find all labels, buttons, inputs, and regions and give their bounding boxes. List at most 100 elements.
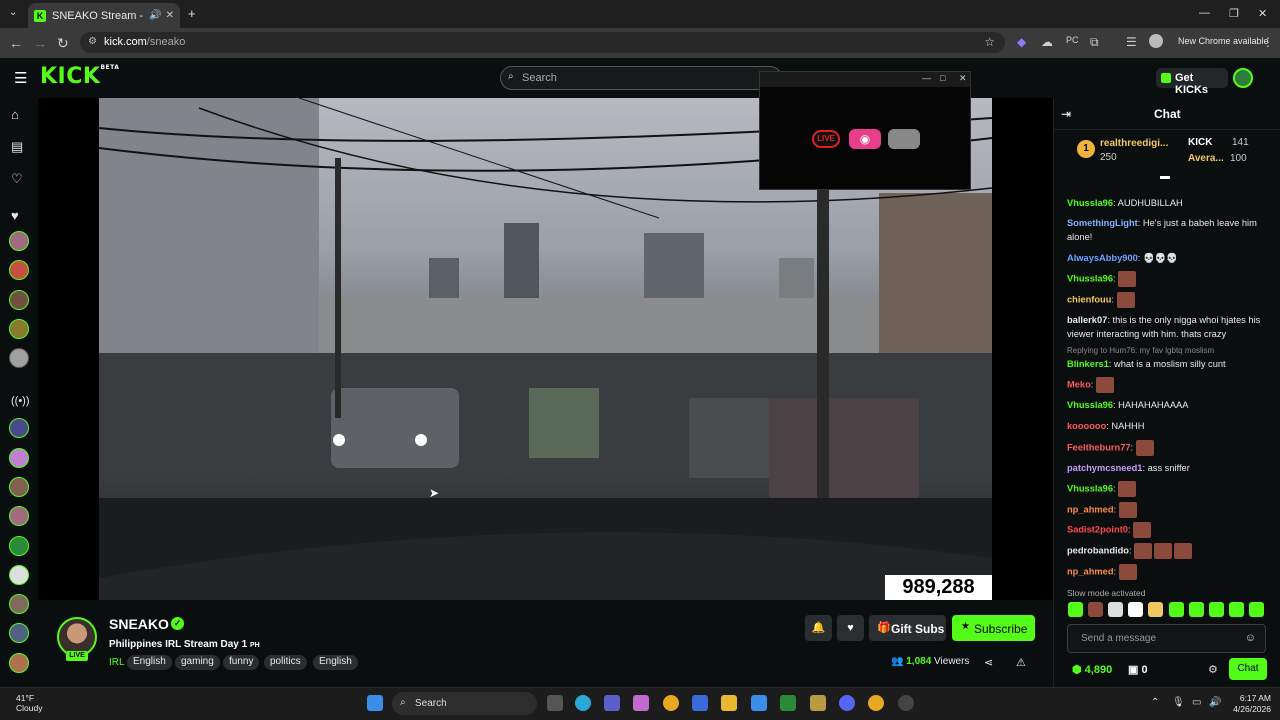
recommended-channel-avatar[interactable] bbox=[9, 448, 29, 468]
chat-username[interactable]: SomethingLight bbox=[1067, 218, 1138, 228]
following-icon[interactable]: ♡ bbox=[11, 171, 23, 187]
hamburger-menu-icon[interactable]: ☰ bbox=[14, 69, 27, 87]
browser-tab[interactable]: K SNEAKO Stream - Watch Li 🔊 ✕ bbox=[28, 3, 180, 28]
chrome-menu-icon[interactable]: ⋮ bbox=[1262, 35, 1274, 49]
recommended-channel-avatar[interactable] bbox=[9, 418, 29, 438]
follow-heart-button[interactable]: ♥ bbox=[837, 615, 864, 641]
gift-subs-button[interactable]: 🎁 Gift Subs bbox=[869, 615, 946, 641]
bookmark-star-icon[interactable]: ☆ bbox=[984, 35, 995, 49]
app-icon[interactable] bbox=[898, 695, 914, 711]
subscribe-button[interactable]: ★ Subscribe bbox=[952, 615, 1035, 641]
address-bar[interactable]: ⚙ kick.com/sneako ☆ bbox=[80, 32, 1005, 53]
file-explorer-icon[interactable] bbox=[721, 695, 737, 711]
chat-username[interactable]: Vhussla96 bbox=[1067, 273, 1113, 283]
windows-start-icon[interactable] bbox=[367, 695, 383, 711]
stream-tag[interactable]: English bbox=[127, 655, 172, 670]
recommended-channel-avatar[interactable] bbox=[9, 477, 29, 497]
copilot-icon[interactable] bbox=[633, 695, 649, 711]
app-icon[interactable] bbox=[810, 695, 826, 711]
taskbar-clock[interactable]: 6:17 AM 4/26/2026 bbox=[1227, 693, 1271, 715]
chat-message-input[interactable]: Send a message ☺ bbox=[1067, 624, 1266, 653]
chat-message[interactable]: Feeltheburn77: bbox=[1067, 440, 1267, 456]
channel-name[interactable]: SNEAKO bbox=[109, 616, 169, 632]
chat-message[interactable]: Vhussla96: HAHAHAHAAAA bbox=[1067, 398, 1267, 412]
chat-username[interactable]: koooooo bbox=[1067, 421, 1106, 431]
window-close-icon[interactable]: ✕ bbox=[1258, 7, 1267, 20]
popup-minimize-icon[interactable]: — bbox=[922, 73, 931, 83]
chat-username[interactable]: np_ahmed bbox=[1067, 504, 1114, 514]
task-view-icon[interactable] bbox=[547, 695, 563, 711]
chat-message[interactable]: AlwaysAbby900: 💀💀💀 bbox=[1067, 251, 1267, 265]
picture-in-picture-window[interactable]: — □ ✕ LIVE ◉ bbox=[759, 71, 971, 190]
emote-icon[interactable] bbox=[1209, 602, 1224, 617]
emote-icon[interactable] bbox=[1189, 602, 1204, 617]
minimize-icon[interactable]: — bbox=[1199, 7, 1210, 19]
chat-username[interactable]: Blinkers1 bbox=[1067, 359, 1109, 369]
recommended-channel-avatar[interactable] bbox=[9, 506, 29, 526]
recommended-channel-avatar[interactable] bbox=[9, 653, 29, 673]
get-kicks-button[interactable]: Get KICKs bbox=[1156, 68, 1228, 96]
reload-icon[interactable]: ↻ bbox=[57, 35, 69, 52]
forward-icon[interactable]: → bbox=[33, 35, 47, 51]
recommended-channel-avatar[interactable] bbox=[9, 623, 29, 643]
extension-icon[interactable]: ◆ bbox=[1017, 35, 1026, 49]
leaderboard-name[interactable]: Avera... bbox=[1188, 153, 1224, 164]
chrome-active-icon[interactable] bbox=[868, 695, 884, 711]
home-icon[interactable]: ⌂ bbox=[11, 107, 19, 122]
discord-taskbar-icon[interactable] bbox=[839, 695, 855, 711]
teams-icon[interactable] bbox=[604, 695, 620, 711]
site-info-icon[interactable]: ⚙ bbox=[88, 36, 97, 47]
store-icon[interactable] bbox=[692, 695, 708, 711]
profile-avatar-icon[interactable] bbox=[1149, 34, 1163, 48]
share-icon[interactable]: ⋖ bbox=[984, 656, 993, 669]
edge-icon[interactable] bbox=[575, 695, 591, 711]
emote-icon[interactable] bbox=[1088, 602, 1103, 617]
browse-icon[interactable]: ▤ bbox=[11, 139, 23, 155]
kick-logo[interactable]: KICKBETA bbox=[40, 64, 119, 89]
emote-icon[interactable] bbox=[1229, 602, 1244, 617]
stream-category[interactable]: IRL bbox=[109, 657, 125, 668]
chat-settings-icon[interactable]: ⚙ bbox=[1208, 663, 1218, 676]
tab-close-icon[interactable]: ✕ bbox=[166, 10, 174, 21]
recommended-channel-avatar[interactable] bbox=[9, 594, 29, 614]
site-search-input[interactable]: ⌕ Search bbox=[500, 66, 782, 90]
emote-icon[interactable] bbox=[1108, 602, 1123, 617]
chat-username[interactable]: Meko bbox=[1067, 379, 1091, 389]
new-tab-icon[interactable]: + bbox=[188, 6, 196, 21]
chat-message[interactable]: np_ahmed: bbox=[1067, 564, 1267, 580]
microphone-icon[interactable]: 🎙 bbox=[1172, 697, 1185, 708]
chat-message[interactable]: pedrobandido: bbox=[1067, 543, 1267, 559]
volume-icon[interactable]: 🔊 bbox=[1209, 697, 1221, 708]
kicks-balance[interactable]: ⬢ 4,890 bbox=[1072, 663, 1112, 676]
chat-message[interactable]: ballerk07: this is the only nigga whoi h… bbox=[1067, 313, 1267, 341]
chat-username[interactable]: Vhussla96 bbox=[1067, 483, 1113, 493]
taskbar-search[interactable]: ⌕ Search bbox=[392, 692, 537, 715]
stream-tag[interactable]: funny bbox=[223, 655, 260, 670]
stream-tag[interactable]: English bbox=[313, 655, 358, 670]
chat-message[interactable]: np_ahmed: bbox=[1067, 502, 1267, 518]
emote-icon[interactable] bbox=[1068, 602, 1083, 617]
app-icon[interactable] bbox=[751, 695, 767, 711]
chat-message[interactable]: patchymcsneed1: ass sniffer bbox=[1067, 461, 1267, 475]
chat-username[interactable]: AlwaysAbby900 bbox=[1067, 253, 1138, 263]
back-icon[interactable]: ← bbox=[9, 35, 23, 51]
chat-message[interactable]: Vhussla96: bbox=[1067, 481, 1267, 497]
send-chat-button[interactable]: Chat bbox=[1229, 658, 1267, 680]
maximize-icon[interactable]: ❐ bbox=[1229, 7, 1239, 20]
followed-channel-avatar[interactable] bbox=[9, 260, 29, 280]
report-icon[interactable]: ⚠ bbox=[1016, 656, 1026, 669]
expand-leaderboard-icon[interactable]: ▬ bbox=[1160, 171, 1170, 182]
chat-message[interactable]: Vhussla96: bbox=[1067, 271, 1267, 287]
recommended-channel-avatar[interactable] bbox=[9, 536, 29, 556]
tray-overflow-icon[interactable]: ⌃ bbox=[1151, 697, 1159, 708]
chat-username[interactable]: np_ahmed bbox=[1067, 566, 1114, 576]
tab-audio-icon[interactable]: 🔊 bbox=[149, 10, 161, 21]
stream-tag[interactable]: gaming bbox=[175, 655, 220, 670]
chat-username[interactable]: Vhussla96 bbox=[1067, 198, 1113, 208]
xbox-icon[interactable] bbox=[780, 695, 796, 711]
chest-balance[interactable]: ▣ 0 bbox=[1128, 663, 1148, 676]
chat-username[interactable]: Feeltheburn77 bbox=[1067, 442, 1131, 452]
network-icon[interactable]: ▭ bbox=[1192, 697, 1201, 708]
emote-icon[interactable] bbox=[1128, 602, 1143, 617]
chat-username[interactable]: chienfouu bbox=[1067, 294, 1111, 304]
